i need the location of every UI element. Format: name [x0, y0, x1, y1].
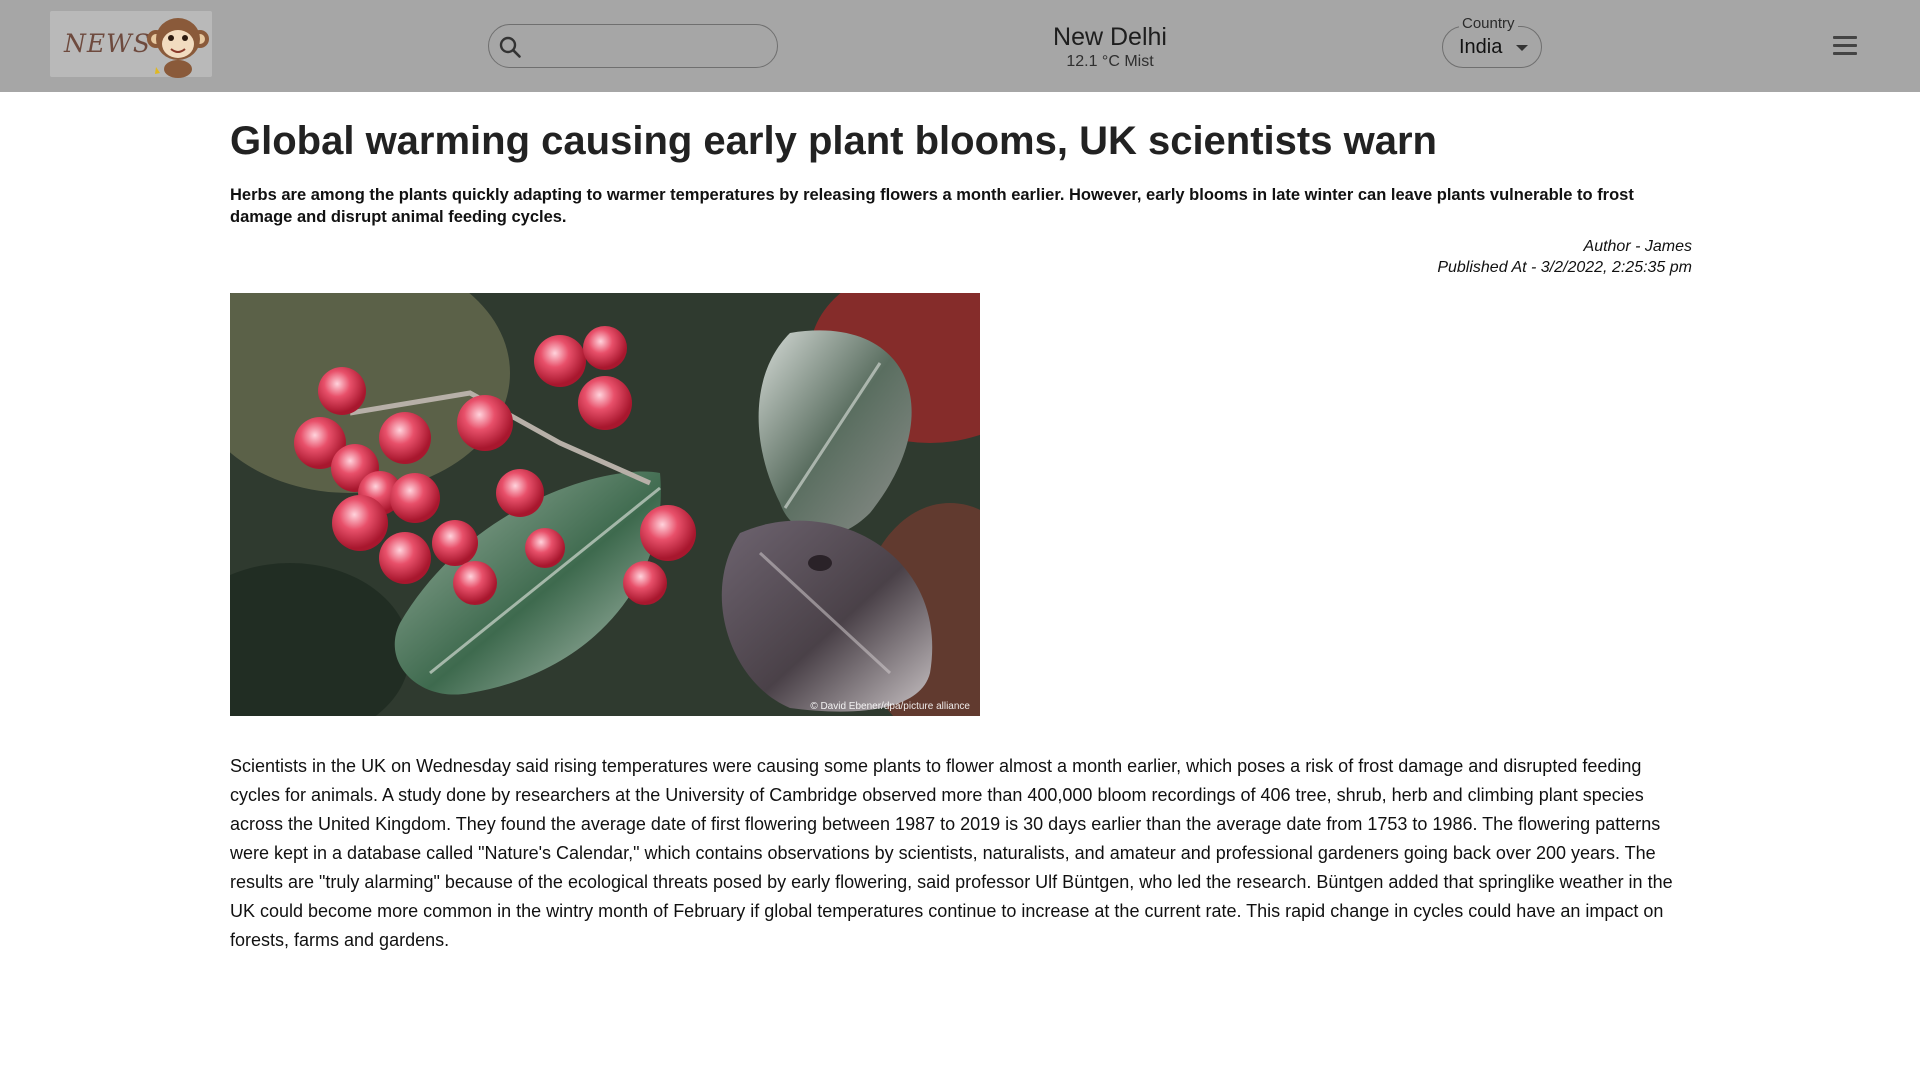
article-author: Author - James: [1583, 238, 1692, 255]
article-published-date: Published At - 3/2/2022, 2:25:35 pm: [1437, 259, 1692, 276]
article-summary: Herbs are among the plants quickly adapt…: [230, 186, 1634, 226]
top-navbar: NEWS New Delhi 12.1 °C Mist Country Indi…: [0, 0, 1920, 92]
hamburger-menu-icon[interactable]: [1833, 36, 1857, 60]
menu-bar: [1833, 36, 1857, 39]
article-body: Scientists in the UK on Wednesday said r…: [230, 756, 1673, 950]
article-image: © David Ebener/dpa/picture alliance: [230, 293, 980, 716]
news-logo[interactable]: NEWS: [50, 11, 212, 78]
weather-temperature: 12.1 °C Mist: [1066, 53, 1154, 70]
search-input[interactable]: [529, 31, 765, 61]
article-meta: Author - James Published At - 3/2/2022, …: [1437, 236, 1692, 278]
weather-city: New Delhi: [1053, 23, 1167, 51]
menu-bar: [1833, 52, 1857, 55]
frosted-berries-photo: [230, 293, 980, 716]
country-value: India: [1459, 36, 1503, 58]
article-title: Global warming causing early plant bloom…: [230, 119, 1437, 163]
search-bar[interactable]: [488, 24, 778, 68]
image-credit: © David Ebener/dpa/picture alliance: [810, 701, 970, 712]
country-label: Country: [1459, 15, 1518, 33]
monkey-mascot-icon: [147, 18, 209, 78]
menu-bar: [1833, 44, 1857, 47]
logo-text: NEWS: [64, 29, 151, 58]
country-select[interactable]: Country India: [1442, 15, 1542, 68]
weather-widget: New Delhi 12.1 °C Mist: [1010, 22, 1210, 72]
caret-down-icon[interactable]: [1515, 44, 1529, 52]
search-icon[interactable]: [498, 35, 522, 59]
